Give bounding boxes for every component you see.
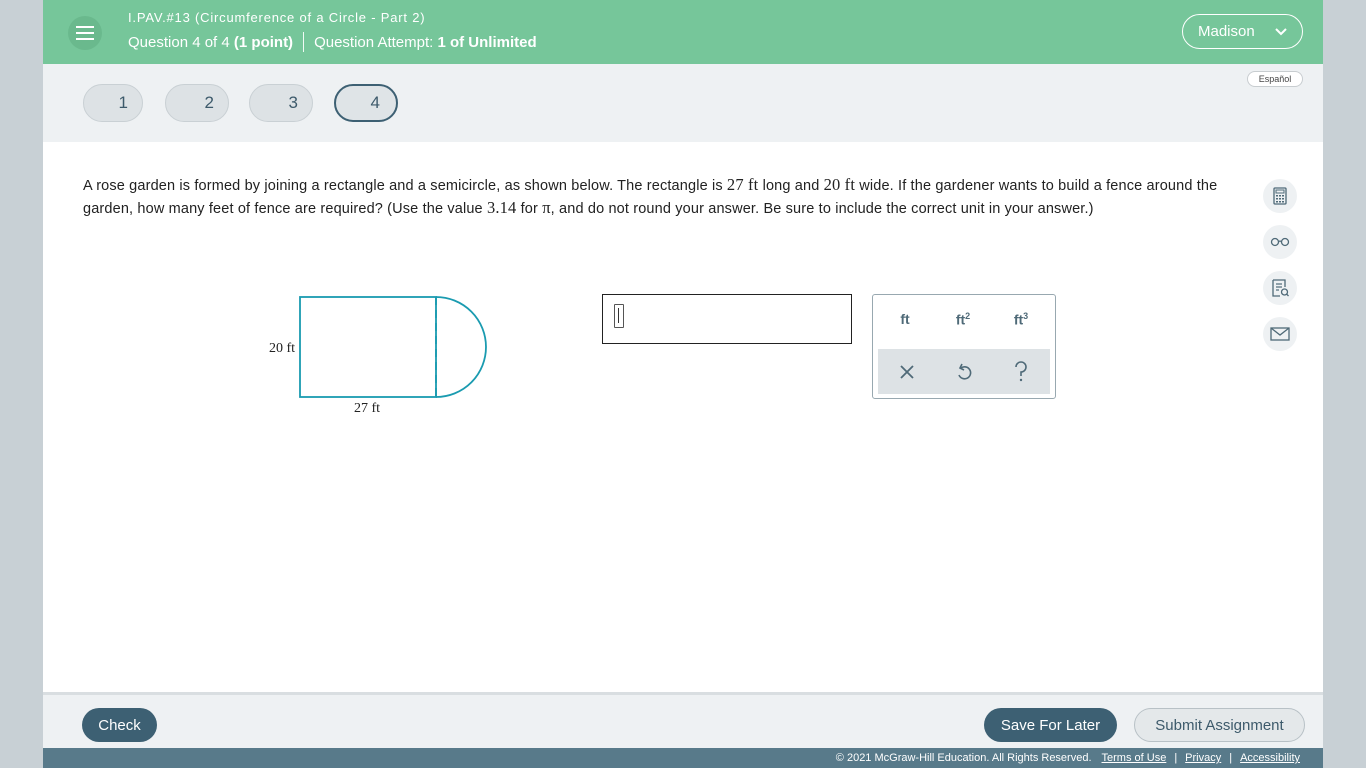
question-text-part: A rose garden is formed by joining a rec… xyxy=(83,178,727,194)
accessibility-link[interactable]: Accessibility xyxy=(1240,752,1300,764)
width-value: 20 ft xyxy=(823,175,856,194)
garden-semicircle xyxy=(435,296,487,398)
unit-ft2-button[interactable]: ft2 xyxy=(943,311,983,328)
attempt-value: 1 of Unlimited xyxy=(437,33,537,51)
clear-button[interactable] xyxy=(887,355,927,389)
assignment-title: I.PAV.#13 (Circumference of a Circle - P… xyxy=(128,10,426,25)
question-info: Question 4 of 4 (1 point) Question Attem… xyxy=(128,32,537,52)
close-icon xyxy=(900,365,914,379)
question-mark-icon xyxy=(1015,361,1027,382)
notes-button[interactable] xyxy=(1263,271,1297,305)
terms-link[interactable]: Terms of Use xyxy=(1102,752,1167,764)
hamburger-menu-button[interactable] xyxy=(68,16,102,50)
pi-symbol: π xyxy=(542,198,551,217)
privacy-link[interactable]: Privacy xyxy=(1185,752,1221,764)
message-button[interactable] xyxy=(1263,317,1297,351)
unit-ft3-label: ft xyxy=(1013,311,1024,328)
unit-ft-button[interactable]: ft xyxy=(885,311,925,327)
question-button-3[interactable]: 3 xyxy=(249,84,313,122)
undo-icon xyxy=(958,363,972,380)
user-name: Madison xyxy=(1198,23,1255,40)
header-bar: I.PAV.#13 (Circumference of a Circle - P… xyxy=(43,0,1323,64)
glasses-icon xyxy=(1270,237,1290,247)
reader-button[interactable] xyxy=(1263,225,1297,259)
save-for-later-button[interactable]: Save For Later xyxy=(984,708,1117,742)
question-text-part: for xyxy=(516,201,543,217)
question-label: Question 4 of 4 xyxy=(128,33,230,51)
garden-rectangle xyxy=(299,296,437,398)
length-value: 27 ft xyxy=(726,175,759,194)
width-label: 20 ft xyxy=(269,341,295,356)
pi-approx-value: 3.14 xyxy=(486,198,517,217)
unit-ft-label: ft xyxy=(900,311,910,327)
check-button[interactable]: Check xyxy=(82,708,157,742)
unit-ft3-power: 3 xyxy=(1023,311,1029,321)
question-button-1[interactable]: 1 xyxy=(83,84,143,122)
palette-action-row xyxy=(878,349,1050,394)
calculator-icon xyxy=(1273,187,1287,205)
unit-ft2-power: 2 xyxy=(965,311,971,321)
copyright-text: © 2021 McGraw-Hill Education. All Rights… xyxy=(835,752,1092,764)
question-button-4[interactable]: 4 xyxy=(334,84,398,122)
mail-icon xyxy=(1270,327,1290,341)
header-divider xyxy=(303,32,305,52)
question-text-part: long and xyxy=(758,178,824,194)
help-button[interactable] xyxy=(1001,355,1041,389)
attempt-label: Question Attempt: xyxy=(314,33,434,51)
undo-button[interactable] xyxy=(944,355,984,389)
calculator-button[interactable] xyxy=(1263,179,1297,213)
cursor-placeholder xyxy=(614,304,624,328)
unit-ft3-button[interactable]: ft3 xyxy=(1001,311,1041,328)
unit-ft2-label: ft xyxy=(955,311,966,328)
copyright-bar: © 2021 McGraw-Hill Education. All Rights… xyxy=(43,748,1323,768)
question-points: (1 point) xyxy=(233,33,294,51)
question-text-part: , and do not round your answer. Be sure … xyxy=(550,201,1094,217)
chevron-down-icon xyxy=(1275,28,1287,36)
link-separator: | xyxy=(1229,752,1233,764)
unit-palette: ft ft2 ft3 xyxy=(872,294,1056,399)
user-menu-button[interactable]: Madison xyxy=(1182,14,1303,49)
answer-input[interactable] xyxy=(602,294,852,344)
app-window: I.PAV.#13 (Circumference of a Circle - P… xyxy=(43,0,1323,768)
footer-bar: Check Save For Later Submit Assignment xyxy=(43,692,1323,748)
hamburger-icon xyxy=(76,32,94,34)
question-button-2[interactable]: 2 xyxy=(165,84,229,122)
language-button[interactable]: Español xyxy=(1247,71,1303,87)
notes-icon xyxy=(1272,279,1289,297)
question-text: A rose garden is formed by joining a rec… xyxy=(83,174,1218,220)
length-label: 27 ft xyxy=(354,401,380,416)
question-navigation: 1 2 3 4 Español xyxy=(43,64,1323,142)
garden-figure: 20 ft 27 ft xyxy=(265,292,545,427)
link-separator: | xyxy=(1174,752,1178,764)
submit-assignment-button[interactable]: Submit Assignment xyxy=(1134,708,1305,742)
